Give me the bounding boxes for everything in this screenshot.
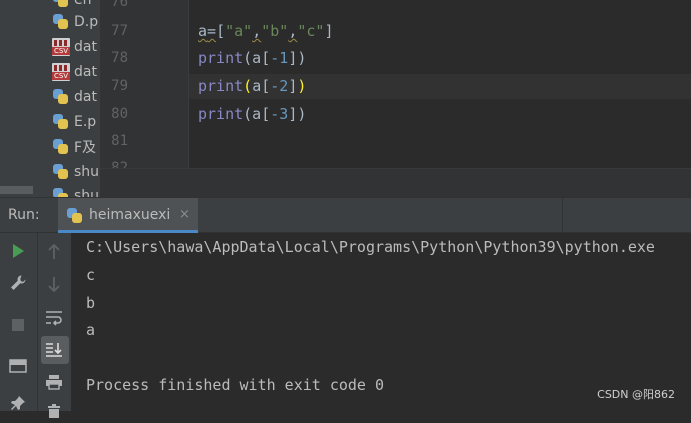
code-token: print <box>198 77 244 95</box>
code-token: -2 <box>270 77 289 95</box>
layout-icon[interactable] <box>6 354 30 378</box>
tree-item[interactable]: D.p <box>52 11 98 33</box>
python-file-icon <box>52 13 70 31</box>
tree-item[interactable]: dat <box>52 36 97 58</box>
python-file-icon <box>52 187 70 197</box>
line-number: 77 <box>111 23 128 39</box>
code-token: (a[ <box>243 105 271 123</box>
code-token: ]) <box>288 49 307 67</box>
scroll-to-end-icon[interactable] <box>42 338 66 362</box>
run-label: Run: <box>8 207 40 223</box>
tree-item[interactable]: dat <box>52 86 97 108</box>
code-token: = <box>207 22 217 40</box>
code-token: -3 <box>270 105 289 123</box>
code-token: , <box>252 22 262 40</box>
code-token: ] <box>288 77 298 95</box>
watermark: CSDN @阳862 <box>597 388 675 401</box>
tree-item[interactable]: shu <box>52 161 99 183</box>
code-token: , <box>288 22 298 40</box>
wrench-icon[interactable] <box>6 271 30 295</box>
tree-item[interactable]: dat <box>52 61 97 83</box>
console-output-line: b <box>86 294 96 312</box>
code-token: (a[ <box>243 49 271 67</box>
line-number: 78 <box>111 50 128 66</box>
editor-bottom-strip <box>100 168 691 198</box>
code-line-77[interactable]: a=["a","b","c"] <box>198 21 333 41</box>
code-token: -1 <box>270 49 289 67</box>
arrow-up-icon[interactable] <box>42 240 66 264</box>
python-file-icon <box>52 138 70 156</box>
tree-item-label: D.p <box>74 14 99 30</box>
code-token: a[ <box>252 77 271 95</box>
pin-icon[interactable] <box>6 391 30 415</box>
code-token: ( <box>243 77 253 95</box>
code-editor[interactable]: a=["a","b","c"] print(a[-1]) print(a[-2]… <box>189 0 691 168</box>
tree-item-label: dat <box>74 64 97 80</box>
run-tool-window-header: Run: heimaxuexi × <box>0 197 691 233</box>
python-file-icon <box>52 163 70 181</box>
code-line-78[interactable]: print(a[-1]) <box>198 48 306 68</box>
tree-item-label: shu <box>74 188 100 197</box>
code-token: "a" <box>225 22 253 40</box>
tree-item[interactable]: shu <box>52 185 99 197</box>
console-finish-message: Process finished with exit code 0 <box>86 376 385 394</box>
code-line-79[interactable]: print(a[-2]) <box>198 76 306 96</box>
csv-file-icon <box>52 38 70 56</box>
run-icon[interactable] <box>6 239 30 263</box>
code-token: print <box>198 105 244 123</box>
csv-file-icon <box>52 63 70 81</box>
code-token: "c" <box>297 22 325 40</box>
tree-item[interactable]: en <box>52 0 92 11</box>
delete-icon[interactable] <box>42 399 66 423</box>
print-icon[interactable] <box>42 370 66 394</box>
tree-item-label: shu <box>74 164 100 180</box>
tree-item[interactable]: F及 <box>52 136 96 158</box>
python-icon <box>66 207 84 225</box>
code-token: "b" <box>261 22 289 40</box>
arrow-down-icon[interactable] <box>42 272 66 296</box>
code-token: [ <box>216 22 226 40</box>
python-file-icon <box>52 0 70 9</box>
line-number: 79 <box>111 78 128 94</box>
code-token: ) <box>297 77 307 95</box>
stop-icon[interactable] <box>6 313 30 337</box>
header-divider <box>562 198 563 233</box>
close-icon[interactable]: × <box>179 207 190 222</box>
console-command: C:\Users\hawa\AppData\Local\Programs\Pyt… <box>86 238 655 256</box>
run-toolbar <box>0 233 37 411</box>
code-token: print <box>198 49 244 67</box>
run-tab[interactable]: heimaxuexi × <box>58 198 198 233</box>
run-tab-label: heimaxuexi <box>89 207 171 223</box>
soft-wrap-icon[interactable] <box>42 306 66 330</box>
console-output-line: a <box>86 321 96 339</box>
project-tree: en D.p dat dat dat E.p F及 shu shu <box>0 0 100 197</box>
tree-item-label: F及 <box>74 140 97 156</box>
line-number: 81 <box>111 133 128 149</box>
tree-item-label: dat <box>74 39 97 55</box>
code-line-80[interactable]: print(a[-3]) <box>198 104 306 124</box>
line-number: 80 <box>111 106 128 122</box>
console-output[interactable]: C:\Users\hawa\AppData\Local\Programs\Pyt… <box>71 233 691 411</box>
code-token: a <box>198 22 208 40</box>
python-file-icon <box>52 113 70 131</box>
tree-item-label: en <box>74 0 92 8</box>
tree-item-label: E.p <box>74 114 97 130</box>
code-token: ]) <box>288 105 307 123</box>
line-number: 76 <box>111 0 128 10</box>
tree-item[interactable]: E.p <box>52 111 96 133</box>
console-output-line: c <box>86 266 96 284</box>
code-token: ] <box>324 22 334 40</box>
tree-item-label: dat <box>74 89 97 105</box>
tree-scrollbar[interactable] <box>0 186 33 194</box>
console-toolbar <box>37 233 71 418</box>
python-file-icon <box>52 88 70 106</box>
